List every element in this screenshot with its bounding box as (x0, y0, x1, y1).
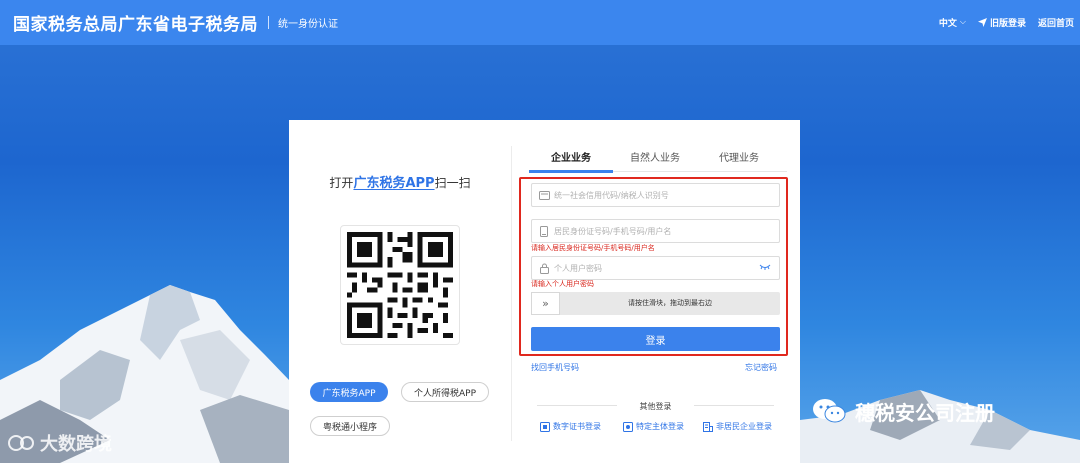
id-card-icon (538, 189, 550, 201)
password-placeholder: 个人用户密码 (554, 263, 602, 273)
retrieve-phone-link[interactable]: 找回手机号码 (531, 362, 579, 373)
login-button[interactable]: 登录 (531, 327, 780, 351)
watermark-logo-icon (8, 435, 34, 451)
verification-slider[interactable]: » 请按住滑块，拖动到最右边 (531, 292, 780, 315)
top-header: 国家税务总局广东省电子税务局 统一身份认证 中文 ⌵ 旧版登录 返回首页 (0, 0, 1080, 45)
login-card: 打开广东税务APP扫一扫 广东税务APP 个人所得税APP 粤税通小程序 企业业… (289, 120, 800, 463)
watermark-left-text: 大数跨境 (40, 434, 112, 455)
certificate-icon (540, 421, 550, 432)
old-version-login-link[interactable]: 旧版登录 (977, 16, 1026, 29)
watermark-right-text: 穗税安公司注册 (855, 400, 995, 425)
panel-divider (511, 146, 512, 441)
language-selector[interactable]: 中文 ⌵ (938, 16, 966, 30)
old-version-login-label: 旧版登录 (989, 19, 1026, 29)
scan-prefix: 打开 (329, 176, 354, 190)
scan-suffix: 扫一扫 (434, 176, 471, 190)
specific-entity-login-label: 特定主体登录 (636, 422, 684, 431)
certificate-login-link[interactable]: 数字证书登录 (540, 421, 601, 432)
scan-instruction: 打开广东税务APP扫一扫 (289, 172, 511, 191)
mini-program-button[interactable]: 粤税通小程序 (310, 416, 390, 436)
credit-code-input[interactable]: 统一社会信用代码/纳税人识别号 (531, 183, 780, 207)
tab-individual[interactable]: 自然人业务 (613, 149, 697, 164)
account-input[interactable]: 居民身份证号码/手机号码/用户名 (531, 219, 780, 243)
slider-instruction: 请按住滑块，拖动到最右边 (628, 299, 712, 307)
send-icon (977, 18, 987, 27)
lock-icon (538, 262, 550, 274)
credit-code-placeholder: 统一社会信用代码/纳税人识别号 (554, 190, 669, 200)
specific-entity-login-link[interactable]: 特定主体登录 (623, 421, 684, 432)
entity-icon (623, 421, 633, 432)
watermark-right: 穗税安公司注册 (811, 396, 995, 426)
scan-app-name: 广东税务APP (353, 176, 435, 191)
account-error: 请输入居民身份证号码/手机号码/用户名 (531, 244, 655, 252)
eye-closed-icon[interactable] (759, 263, 771, 273)
password-error: 请输入个人用户密码 (531, 280, 594, 288)
header-divider (268, 16, 269, 29)
guangdong-tax-app-button[interactable]: 广东税务APP (310, 382, 388, 402)
other-login-title: 其他登录 (639, 402, 672, 411)
phone-icon (538, 225, 550, 237)
return-home-link[interactable]: 返回首页 (1038, 16, 1074, 29)
chevron-down-icon: ⌵ (959, 16, 966, 26)
password-input[interactable]: 个人用户密码 (531, 256, 780, 280)
header-actions: 中文 ⌵ 旧版登录 返回首页 (939, 0, 1074, 45)
slider-handle[interactable]: » (531, 292, 560, 315)
forgot-password-link[interactable]: 忘记密码 (745, 362, 777, 373)
business-tabs: 企业业务 自然人业务 代理业务 (529, 144, 787, 173)
qr-code-icon (347, 232, 453, 338)
personal-tax-app-button[interactable]: 个人所得税APP (401, 382, 489, 402)
certificate-login-label: 数字证书登录 (553, 422, 601, 431)
non-resident-login-label: 非居民企业登录 (716, 422, 772, 431)
tab-enterprise[interactable]: 企业业务 (529, 149, 613, 164)
non-resident-login-link[interactable]: 非居民企业登录 (703, 421, 772, 432)
site-subtitle: 统一身份认证 (278, 19, 338, 30)
account-placeholder: 居民身份证号码/手机号码/用户名 (554, 226, 672, 236)
double-chevron-right-icon: » (542, 297, 549, 310)
building-icon (703, 421, 713, 432)
watermark-left: 大数跨境 (8, 430, 112, 456)
qr-code-frame (340, 225, 460, 345)
tab-agent[interactable]: 代理业务 (697, 149, 781, 164)
active-tab-indicator (529, 170, 613, 173)
site-title: 国家税务总局广东省电子税务局 (13, 15, 258, 35)
wechat-icon (813, 399, 846, 423)
language-label: 中文 (938, 19, 957, 29)
